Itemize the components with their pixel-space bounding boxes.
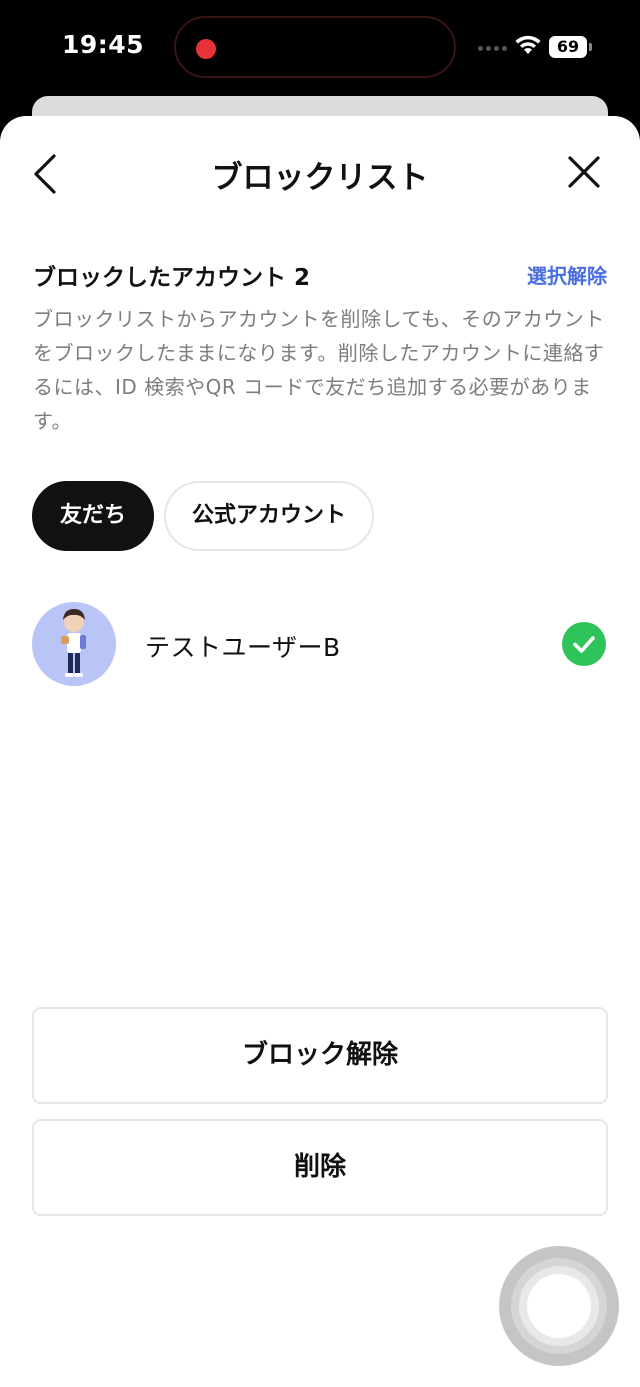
recording-indicator-icon [196, 39, 216, 59]
account-type-tabs: 友だち 公式アカウント [32, 481, 375, 551]
list-item[interactable]: テストユーザーB [0, 602, 640, 686]
blocked-accounts-heading: ブロックしたアカウント 2 [33, 265, 311, 291]
cellular-signal-icon [478, 46, 507, 51]
status-bar: 19:45 69 [0, 0, 640, 96]
unblock-button[interactable]: ブロック解除 [32, 1007, 608, 1104]
user-avatar-icon [61, 609, 86, 677]
header: ブロックリスト [0, 116, 640, 228]
page-title: ブロックリスト [211, 160, 429, 196]
battery-tip [589, 43, 592, 51]
close-icon [568, 156, 600, 188]
delete-button[interactable]: 削除 [32, 1119, 608, 1216]
tab-friends[interactable]: 友だち [32, 481, 155, 551]
unselect-all-link[interactable]: 選択解除 [527, 260, 607, 289]
checkmark-icon [573, 636, 595, 653]
wifi-icon [515, 35, 541, 54]
selected-check-icon[interactable] [562, 622, 606, 666]
tab-official-accounts[interactable]: 公式アカウント [164, 481, 375, 551]
close-button[interactable] [562, 150, 606, 194]
avatar [32, 602, 116, 686]
dynamic-island [174, 16, 456, 78]
battery-level: 69 [549, 36, 587, 58]
status-time: 19:45 [62, 30, 145, 59]
block-list-description: ブロックリストからアカウントを削除しても、そのアカウントをブロックしたままになり… [33, 307, 605, 433]
user-name: テストユーザーB [145, 633, 341, 662]
assistive-touch-button[interactable] [499, 1246, 619, 1366]
